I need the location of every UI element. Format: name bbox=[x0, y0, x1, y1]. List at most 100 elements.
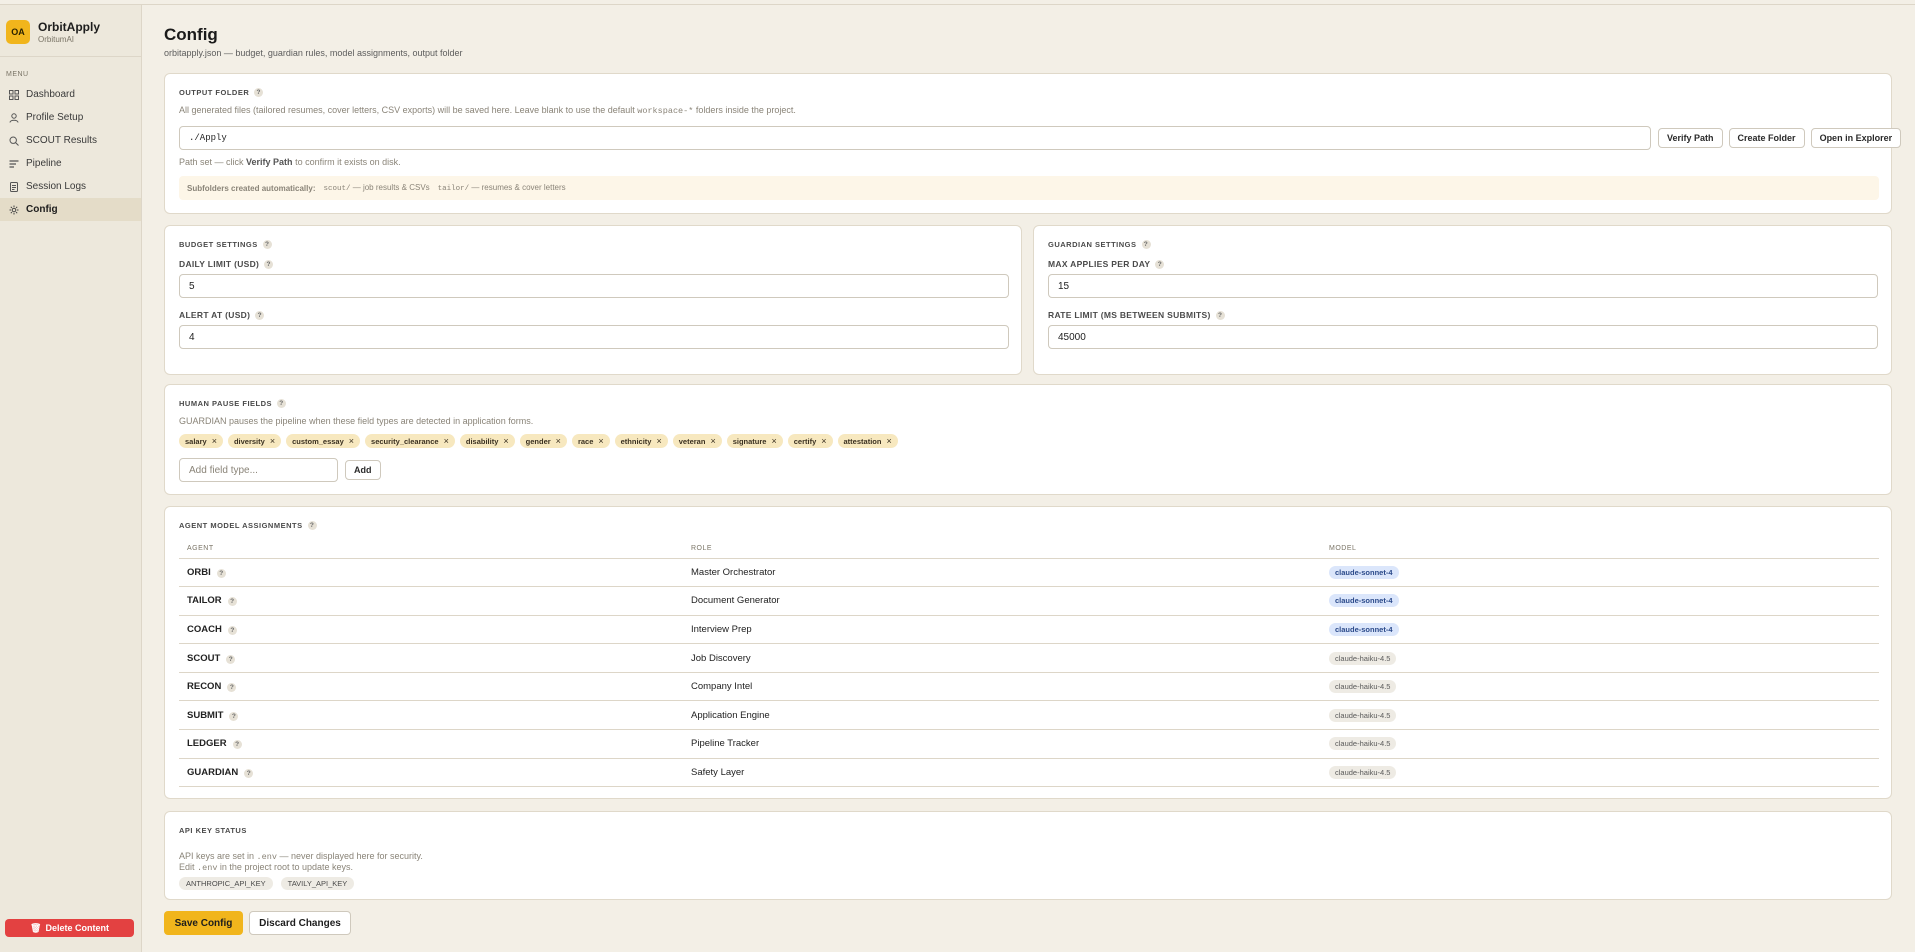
model-cell: claude-sonnet-4 bbox=[1321, 586, 1879, 616]
help-icon[interactable]: ? bbox=[244, 768, 254, 778]
chip-label: diversity bbox=[233, 436, 265, 446]
user-icon bbox=[9, 112, 19, 123]
delete-content-label: Delete Content bbox=[45, 923, 109, 933]
sidebar-item-dashboard[interactable]: Dashboard bbox=[0, 83, 141, 106]
remove-chip-icon[interactable]: × bbox=[444, 436, 449, 446]
sidebar-item-config[interactable]: Config bbox=[0, 198, 141, 221]
agent-cell: SCOUT? bbox=[179, 643, 683, 673]
help-icon[interactable]: ? bbox=[254, 88, 264, 97]
chip-label: custom_essay bbox=[292, 436, 344, 446]
pause-field-chip: salary × bbox=[179, 434, 223, 448]
trash-icon: 🗑 bbox=[30, 922, 42, 933]
table-row: SUBMIT? Application Engine claude-haiku-4.… bbox=[179, 700, 1879, 731]
grid-icon bbox=[9, 89, 19, 100]
save-config-button[interactable]: Save Config bbox=[164, 911, 243, 935]
api-text: API keys are set in bbox=[179, 851, 257, 861]
api-description-line-1: API keys are set in .env — never display… bbox=[179, 851, 423, 862]
subfolder-tailor-code: tailor/ bbox=[437, 185, 470, 193]
sidebar: OA OrbitApply OrbitumAI MENU Dashboard P… bbox=[0, 5, 142, 952]
pause-field-chip: ethnicity × bbox=[614, 434, 668, 448]
add-field-type-input[interactable]: Add field type... bbox=[179, 458, 338, 482]
column-header-agent: AGENT bbox=[179, 540, 683, 559]
sidebar-item-session-logs[interactable]: Session Logs bbox=[0, 175, 141, 198]
model-cell: claude-haiku-4.5 bbox=[1321, 672, 1879, 702]
chip-label: gender bbox=[525, 436, 551, 446]
remove-chip-icon[interactable]: × bbox=[556, 436, 561, 446]
brand-logo: OA bbox=[6, 20, 30, 44]
rate-limit-input[interactable]: 45000 bbox=[1048, 325, 1878, 349]
table-row: COACH? Interview Prep claude-sonnet-4 bbox=[179, 615, 1879, 645]
help-icon[interactable]: ? bbox=[262, 240, 272, 249]
open-in-explorer-button[interactable]: Open in Explorer bbox=[1810, 128, 1902, 148]
delete-content-button[interactable]: 🗑 Delete Content bbox=[5, 919, 134, 937]
help-icon[interactable]: ? bbox=[255, 310, 265, 320]
help-icon[interactable]: ? bbox=[264, 259, 274, 269]
alert-at-input[interactable]: 4 bbox=[179, 325, 1009, 349]
model-cell: claude-haiku-4.5 bbox=[1321, 758, 1879, 788]
pause-fields-title: HUMAN PAUSE FIELDS ? bbox=[179, 399, 287, 408]
table-row: TAILOR? Document Generator claude-sonnet-4 bbox=[179, 586, 1879, 616]
sidebar-item-label: Session Logs bbox=[26, 181, 87, 192]
alert-at-text: ALERT AT (USD) bbox=[179, 310, 251, 320]
pause-fields-description: GUARDIAN pauses the pipeline when these … bbox=[179, 416, 534, 426]
help-icon[interactable]: ? bbox=[277, 399, 287, 408]
sidebar-item-profile-setup[interactable]: Profile Setup bbox=[0, 106, 141, 129]
brand-subtitle: OrbitumAI bbox=[38, 35, 75, 44]
sidebar-item-scout-results[interactable]: SCOUT Results bbox=[0, 129, 141, 152]
subfolders-label: Subfolders created automatically: bbox=[187, 183, 316, 193]
guardian-settings-card: GUARDIAN SETTINGS ? MAX APPLIES PER DAY … bbox=[1033, 225, 1892, 375]
max-applies-label: MAX APPLIES PER DAY ? bbox=[1048, 259, 1165, 269]
discard-changes-button[interactable]: Discard Changes bbox=[249, 911, 351, 935]
verify-path-button[interactable]: Verify Path bbox=[1658, 128, 1723, 148]
model-cell: claude-haiku-4.5 bbox=[1321, 729, 1879, 759]
pause-field-chip: veteran × bbox=[672, 434, 722, 448]
sidebar-item-pipeline[interactable]: Pipeline bbox=[0, 152, 141, 175]
help-icon[interactable]: ? bbox=[1215, 310, 1225, 320]
agent-name: COACH bbox=[187, 623, 222, 635]
pause-field-chip: signature × bbox=[726, 434, 783, 448]
rate-limit-label: RATE LIMIT (MS BETWEEN SUBMITS) ? bbox=[1048, 310, 1225, 320]
daily-limit-input[interactable]: 5 bbox=[179, 274, 1009, 298]
agent-cell: COACH? bbox=[179, 615, 683, 645]
help-icon[interactable]: ? bbox=[1155, 259, 1165, 269]
remove-chip-icon[interactable]: × bbox=[771, 436, 776, 446]
help-icon[interactable]: ? bbox=[227, 597, 237, 607]
rate-limit-text: RATE LIMIT (MS BETWEEN SUBMITS) bbox=[1048, 310, 1211, 320]
model-cell: claude-haiku-4.5 bbox=[1321, 700, 1879, 731]
sidebar-item-label: SCOUT Results bbox=[26, 135, 97, 146]
help-icon[interactable]: ? bbox=[1141, 240, 1151, 249]
help-icon[interactable]: ? bbox=[216, 568, 226, 578]
remove-chip-icon[interactable]: × bbox=[821, 436, 826, 446]
remove-chip-icon[interactable]: × bbox=[349, 436, 354, 446]
remove-chip-icon[interactable]: × bbox=[503, 436, 508, 446]
remove-chip-icon[interactable]: × bbox=[270, 436, 275, 446]
api-text: in the project root to update keys. bbox=[217, 862, 354, 872]
help-icon[interactable]: ? bbox=[229, 711, 239, 721]
chip-label: race bbox=[577, 436, 594, 446]
help-icon[interactable]: ? bbox=[226, 654, 236, 664]
hint-text: Path set — click bbox=[179, 157, 247, 167]
remove-chip-icon[interactable]: × bbox=[212, 436, 217, 446]
help-icon[interactable]: ? bbox=[232, 740, 242, 750]
remove-chip-icon[interactable]: × bbox=[656, 436, 661, 446]
help-icon[interactable]: ? bbox=[227, 625, 237, 635]
output-path-input[interactable]: ./Apply bbox=[179, 126, 1651, 150]
agent-cell: SUBMIT? bbox=[179, 700, 683, 731]
remove-chip-icon[interactable]: × bbox=[710, 436, 715, 446]
remove-chip-icon[interactable]: × bbox=[886, 436, 891, 446]
remove-chip-icon[interactable]: × bbox=[598, 436, 603, 446]
table-header-row: AGENT ROLE MODEL bbox=[179, 540, 1879, 559]
sidebar-item-label: Dashboard bbox=[26, 89, 75, 100]
create-folder-button[interactable]: Create Folder bbox=[1728, 128, 1805, 148]
help-icon[interactable]: ? bbox=[307, 521, 317, 530]
pause-field-chip: diversity × bbox=[227, 434, 282, 448]
max-applies-input[interactable]: 15 bbox=[1048, 274, 1878, 298]
output-folder-actions: Verify Path Create Folder Open in Explor… bbox=[1658, 128, 1902, 148]
add-field-button[interactable]: Add bbox=[345, 460, 381, 480]
table-row: SCOUT? Job Discovery claude-haiku-4.5 bbox=[179, 643, 1879, 673]
output-folder-title: OUTPUT FOLDER ? bbox=[179, 88, 264, 97]
help-icon[interactable]: ? bbox=[227, 683, 237, 693]
chip-label: certify bbox=[793, 436, 817, 446]
pause-field-chips: salary × diversity × custom_essay × security_c… bbox=[179, 434, 903, 448]
agent-name: GUARDIAN bbox=[187, 766, 239, 778]
